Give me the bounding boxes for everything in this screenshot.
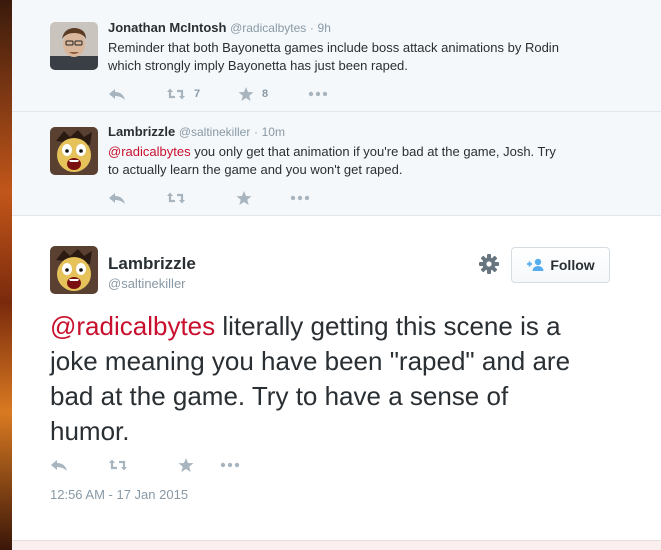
more-button[interactable] xyxy=(220,455,240,475)
tweet-text-segment: literally getting this scene is a xyxy=(215,311,561,341)
star-icon xyxy=(236,191,252,205)
tweet-text-line: joke meaning you have been "raped" and a… xyxy=(50,346,571,376)
tweet-text: Reminder that both Bayonetta games inclu… xyxy=(108,39,628,75)
cartoon-face-icon xyxy=(50,246,98,294)
reply-box-edge xyxy=(12,540,661,550)
tweet-text: @radicalbytes you only get that animatio… xyxy=(108,143,628,179)
favorite-count: 8 xyxy=(262,88,269,100)
tweet-header: Lambrizzle @saltinekiller · 10m xyxy=(108,124,285,139)
person-photo-icon xyxy=(50,22,98,70)
user-actions-button[interactable] xyxy=(478,253,500,275)
mention-link[interactable]: @radicalbytes xyxy=(108,144,191,159)
avatar[interactable] xyxy=(50,22,98,70)
fullname[interactable]: Lambrizzle xyxy=(108,254,196,274)
tweet-permalink-card: Jonathan McIntosh @radicalbytes · 9h Rem… xyxy=(12,0,661,550)
cartoon-face-icon xyxy=(50,127,98,175)
reply-button[interactable] xyxy=(50,455,68,475)
more-dots-icon xyxy=(290,195,310,201)
reply-icon xyxy=(109,89,125,100)
reply-button[interactable] xyxy=(108,84,126,104)
tweet-text: @radicalbytes literally getting this sce… xyxy=(50,309,630,449)
timestamp[interactable]: 10m xyxy=(262,125,285,139)
mention-link[interactable]: @radicalbytes xyxy=(50,311,215,341)
screen-name[interactable]: @radicalbytes xyxy=(230,21,306,35)
reply-button[interactable] xyxy=(108,188,126,208)
screen-name[interactable]: @saltinekiller xyxy=(179,125,251,139)
background-artwork xyxy=(0,0,12,550)
tweet-header: Jonathan McIntosh @radicalbytes · 9h xyxy=(108,20,331,35)
favorite-button[interactable] xyxy=(236,188,252,208)
more-dots-icon xyxy=(308,91,328,97)
avatar[interactable] xyxy=(50,246,98,294)
fullname[interactable]: Jonathan McIntosh xyxy=(108,20,226,35)
retweet-icon xyxy=(167,192,185,204)
tweet-text-line: humor. xyxy=(50,416,130,446)
separator: · xyxy=(309,21,314,35)
tweet-text-segment: you only get that animation if you're ba… xyxy=(190,144,556,159)
add-user-icon xyxy=(527,258,544,271)
favorite-button[interactable] xyxy=(178,455,194,475)
tweet-text-line: Reminder that both Bayonetta games inclu… xyxy=(108,40,559,55)
retweet-button[interactable] xyxy=(166,188,186,208)
avatar[interactable] xyxy=(50,127,98,175)
more-button[interactable] xyxy=(308,84,328,104)
star-icon xyxy=(178,458,194,472)
tweet-text-line: to actually learn the game and you won't… xyxy=(108,162,403,177)
retweet-icon xyxy=(167,88,185,100)
permalink-tweet: Lambrizzle @saltinekiller Follow @radica… xyxy=(12,216,661,550)
tweet-text-line: @radicalbytes you only get that animatio… xyxy=(108,143,628,161)
timestamp[interactable]: 9h xyxy=(318,21,331,35)
retweet-count: 7 xyxy=(194,88,201,100)
retweet-icon xyxy=(109,459,127,471)
follow-button-label: Follow xyxy=(550,257,595,273)
screen-name[interactable]: @saltinekiller xyxy=(108,276,186,291)
more-dots-icon xyxy=(220,462,240,468)
retweet-button[interactable] xyxy=(108,455,128,475)
fullname[interactable]: Lambrizzle xyxy=(108,124,175,139)
separator: · xyxy=(253,125,258,139)
follow-button[interactable]: Follow xyxy=(511,247,610,283)
tweet-text-line: @radicalbytes literally getting this sce… xyxy=(50,309,630,344)
tweet-timestamp[interactable]: 12:56 AM - 17 Jan 2015 xyxy=(50,487,188,502)
retweet-button[interactable]: 7 xyxy=(166,84,200,104)
star-icon xyxy=(238,87,254,101)
tweet-text-line: bad at the game. Try to have a sense of xyxy=(50,381,509,411)
tweet-text-line: which strongly imply Bayonetta has just … xyxy=(108,58,408,73)
favorite-button[interactable]: 8 xyxy=(238,84,268,104)
reply-icon xyxy=(51,460,67,471)
more-button[interactable] xyxy=(290,188,310,208)
gear-icon xyxy=(479,254,499,274)
reply-icon xyxy=(109,193,125,204)
ancestor-tweet[interactable]: Lambrizzle @saltinekiller · 10m @radical… xyxy=(12,112,661,216)
ancestor-tweet[interactable]: Jonathan McIntosh @radicalbytes · 9h Rem… xyxy=(12,0,661,112)
conversation-ancestors: Jonathan McIntosh @radicalbytes · 9h Rem… xyxy=(12,0,661,216)
